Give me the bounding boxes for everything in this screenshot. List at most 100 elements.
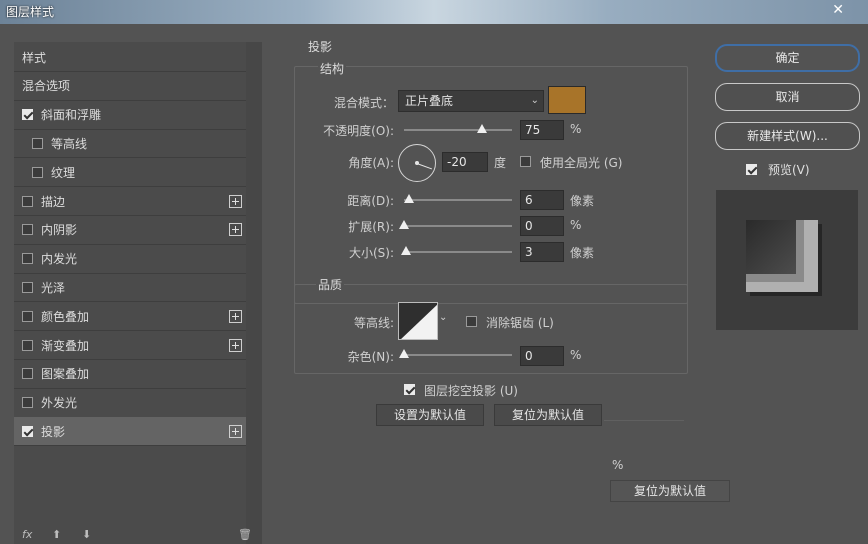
sidebar-item-checkbox[interactable] (22, 397, 33, 409)
sidebar-item-checkbox[interactable] (22, 425, 33, 437)
spread-input[interactable]: 0 (520, 216, 564, 236)
distance-slider-track[interactable] (404, 199, 512, 201)
sidebar-item[interactable]: 纹理 (14, 158, 246, 188)
sidebar-item-checkbox[interactable] (22, 224, 33, 236)
opacity-slider-thumb[interactable] (477, 124, 487, 133)
sidebar-item-checkbox[interactable] (22, 281, 33, 293)
trash-icon[interactable]: 🗑 (238, 528, 252, 541)
knockout-checkbox[interactable] (404, 384, 415, 395)
distance-slider-thumb[interactable] (404, 194, 414, 203)
sidebar-item[interactable]: 光泽 (14, 273, 246, 303)
move-down-icon[interactable]: ⬇ (82, 528, 91, 541)
sidebar-item-label: 颜色叠加 (41, 309, 90, 324)
sidebar-item[interactable]: 渐变叠加 (14, 331, 246, 360)
move-up-icon[interactable]: ⬆ (52, 528, 61, 541)
sidebar-item[interactable]: 投影 (14, 417, 246, 447)
size-slider-thumb[interactable] (401, 246, 411, 255)
noise-label: 杂色(N): (347, 350, 394, 364)
spread-slider-thumb[interactable] (399, 220, 409, 229)
opacity-slider-track[interactable] (404, 129, 512, 131)
reset-default-button[interactable]: 复位为默认值 (494, 404, 602, 426)
sidebar-item[interactable]: 图案叠加 (14, 360, 246, 389)
sidebar-item-checkbox[interactable] (22, 368, 33, 380)
sidebar-item[interactable]: 内发光 (14, 245, 246, 274)
size-input[interactable]: 3 (520, 242, 564, 262)
sidebar-item-checkbox[interactable] (22, 253, 33, 265)
ghost-reset-default-button: 复位为默认值 (610, 480, 730, 502)
global-light-label: 使用全局光 (G) (540, 156, 623, 170)
sidebar-item-label: 等高线 (51, 136, 88, 151)
drop-shadow-panel: 投影 结构 混合模式： 正片叠底 ⌄ 不透明度(O): 75 % 角度(A): … (286, 34, 730, 544)
spread-slider-track[interactable] (404, 225, 512, 227)
sidebar-item-checkbox[interactable] (32, 166, 43, 178)
knockout-label: 图层挖空投影 (U) (424, 384, 518, 398)
blend-mode-label: 混合模式： (333, 96, 394, 110)
opacity-input[interactable]: 75 (520, 120, 564, 140)
plus-icon[interactable] (229, 424, 242, 438)
contour-curve-icon (401, 304, 437, 339)
new-style-button[interactable]: 新建样式(W)... (715, 122, 860, 150)
sidebar-item-checkbox[interactable] (22, 310, 33, 322)
angle-dial-hand (416, 163, 433, 170)
blend-mode-select[interactable]: 正片叠底 ⌄ (398, 90, 544, 112)
plus-icon[interactable] (229, 223, 242, 237)
blend-mode-value: 正片叠底 (405, 94, 454, 108)
angle-label: 角度(A): (348, 156, 394, 170)
sidebar-item[interactable]: 颜色叠加 (14, 302, 246, 332)
plus-icon[interactable] (229, 194, 242, 208)
global-light-checkbox[interactable] (520, 156, 531, 167)
noise-slider-thumb[interactable] (399, 349, 409, 358)
style-list-scrollbar[interactable] (246, 42, 262, 544)
sidebar-item[interactable]: 描边 (14, 187, 246, 216)
sidebar-item-checkbox[interactable] (22, 339, 33, 351)
sidebar-item-checkbox[interactable] (32, 137, 43, 149)
plus-icon[interactable] (229, 309, 242, 323)
sidebar-item-checkbox[interactable] (22, 195, 33, 207)
noise-unit: % (570, 348, 582, 362)
contour-chevron-icon[interactable]: ⌄ (439, 312, 447, 323)
close-icon[interactable]: ✕ (832, 2, 844, 18)
sidebar-item-checkbox[interactable] (22, 109, 33, 121)
structure-title: 结构 (318, 60, 347, 77)
preview-checkbox[interactable] (746, 164, 757, 175)
noise-input[interactable]: 0 (520, 346, 564, 366)
size-slider-track[interactable] (404, 251, 512, 253)
sidebar-item[interactable]: 外发光 (14, 389, 246, 418)
fx-icon[interactable]: fx (22, 528, 32, 541)
ghost-percent: % (612, 458, 624, 472)
quality-title: 品质 (316, 276, 345, 293)
contour-label: 等高线: (353, 316, 394, 330)
cancel-button[interactable]: 取消 (715, 83, 860, 111)
sidebar-item-label: 纹理 (51, 165, 76, 180)
sidebar-item[interactable]: 混合选项 (14, 72, 246, 101)
spread-label: 扩展(R): (348, 220, 394, 234)
sidebar-item-label: 内发光 (41, 252, 78, 267)
distance-label: 距离(D): (347, 194, 394, 208)
noise-slider-track[interactable] (404, 354, 512, 356)
section-title: 投影 (308, 40, 333, 54)
style-preview (716, 190, 858, 330)
sidebar-item-label: 描边 (41, 194, 66, 209)
set-default-button[interactable]: 设置为默认值 (376, 404, 484, 426)
sidebar-item-label: 混合选项 (22, 79, 71, 94)
sidebar-item-label: 斜面和浮雕 (41, 108, 102, 123)
angle-input[interactable]: -20 (442, 152, 488, 172)
sidebar-item-label: 内阴影 (41, 223, 78, 238)
sidebar-item[interactable]: 等高线 (14, 129, 246, 159)
chevron-down-icon: ⌄ (530, 95, 539, 106)
antialias-checkbox[interactable] (466, 316, 477, 327)
plus-icon[interactable] (229, 338, 242, 352)
sidebar-item[interactable]: 内阴影 (14, 216, 246, 245)
angle-dial[interactable] (398, 144, 436, 182)
sidebar-item[interactable]: 斜面和浮雕 (14, 101, 246, 130)
ok-button[interactable]: 确定 (715, 44, 860, 72)
sidebar-item[interactable]: 样式 (14, 43, 246, 72)
title-bar: 图层样式 ✕ (0, 0, 868, 24)
shadow-color-swatch[interactable] (548, 86, 586, 114)
distance-input[interactable]: 6 (520, 190, 564, 210)
style-list-footer: fx ⬆ ⬇ 🗑 (14, 528, 262, 544)
spread-unit: % (570, 218, 582, 232)
preview-swatch-icon (746, 220, 822, 296)
ghost-divider (604, 420, 684, 421)
contour-picker[interactable] (398, 302, 438, 340)
